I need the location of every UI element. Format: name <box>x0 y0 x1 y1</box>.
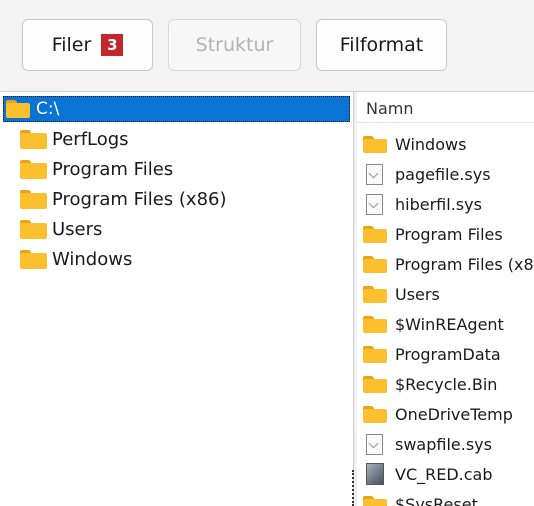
folder-icon <box>20 159 47 179</box>
files-button-label: Filer <box>51 34 92 56</box>
column-header-name[interactable]: Namn <box>357 92 534 123</box>
list-item-label: Program Files <box>395 224 503 244</box>
list-item-label: $Recycle.Bin <box>395 374 498 394</box>
list-item[interactable]: Windows <box>363 129 466 159</box>
file-list[interactable]: Namn Windows pagefile.sys hiberfil.sys P… <box>357 92 534 506</box>
file-icon <box>366 193 383 215</box>
list-item-label: VC_RED.cab <box>395 464 493 484</box>
list-item[interactable]: Users <box>363 279 440 309</box>
structure-button[interactable]: Struktur <box>168 19 301 71</box>
folder-icon <box>363 345 387 363</box>
list-item[interactable]: $WinREAgent <box>363 309 504 339</box>
column-header-label: Namn <box>366 99 414 118</box>
folder-icon <box>20 219 47 239</box>
folder-icon <box>20 249 47 269</box>
splitter-grip[interactable] <box>352 470 356 506</box>
folder-icon <box>363 225 387 243</box>
tree-item-perflogs[interactable]: PerfLogs <box>20 124 129 154</box>
list-item-label: Users <box>395 284 440 304</box>
file-icon <box>366 433 383 455</box>
file-icon <box>366 163 383 185</box>
list-item[interactable]: OneDriveTemp <box>363 399 513 429</box>
folder-icon <box>363 405 387 423</box>
fileformat-button[interactable]: Filformat <box>316 19 447 71</box>
folder-icon <box>6 100 30 118</box>
folder-icon <box>20 189 47 209</box>
tree-item-label: Users <box>52 218 103 240</box>
tree-item-label: Windows <box>52 248 133 270</box>
files-count-badge: 3 <box>101 34 124 56</box>
list-item-label: ProgramData <box>395 344 501 364</box>
toolbar: Filer 3 Struktur Filformat <box>0 0 534 91</box>
list-item-label: $WinREAgent <box>395 314 504 334</box>
list-item[interactable]: VC_RED.cab <box>363 459 493 489</box>
structure-button-label: Struktur <box>195 34 274 56</box>
fileformat-button-label: Filformat <box>339 34 424 56</box>
folder-icon <box>363 255 387 273</box>
folder-icon <box>363 135 387 153</box>
files-button[interactable]: Filer 3 <box>22 19 153 71</box>
tree-item-program-files-x86[interactable]: Program Files (x86) <box>20 184 227 214</box>
list-item[interactable]: $SysReset <box>363 489 478 506</box>
folder-icon <box>363 315 387 333</box>
folder-icon <box>20 129 47 149</box>
list-item-label: Windows <box>395 134 467 154</box>
list-item[interactable]: pagefile.sys <box>363 159 491 189</box>
list-item-label: swapfile.sys <box>395 434 492 454</box>
list-item-label: Program Files (x86) <box>395 254 534 274</box>
tree-item-program-files[interactable]: Program Files <box>20 154 173 184</box>
folder-icon <box>363 375 387 393</box>
cab-archive-icon <box>366 463 384 485</box>
list-item-label: OneDriveTemp <box>395 404 513 424</box>
tree-item-label: Program Files (x86) <box>52 188 227 210</box>
list-item-label: hiberfil.sys <box>395 194 482 214</box>
list-item[interactable]: Program Files <box>363 219 503 249</box>
list-item[interactable]: swapfile.sys <box>363 429 492 459</box>
list-item[interactable]: Program Files (x86) <box>363 249 534 279</box>
tree-item-label: PerfLogs <box>52 128 129 150</box>
tree-item-label: C:\ <box>36 99 60 119</box>
list-item[interactable]: hiberfil.sys <box>363 189 482 219</box>
list-item-label: pagefile.sys <box>395 164 491 184</box>
list-item[interactable]: $Recycle.Bin <box>363 369 497 399</box>
tree-item-windows[interactable]: Windows <box>20 244 132 274</box>
tree-item-label: Program Files <box>52 158 174 180</box>
list-item[interactable]: ProgramData <box>363 339 501 369</box>
folder-icon <box>363 495 387 506</box>
folder-icon <box>363 285 387 303</box>
tree-item-root[interactable]: C:\ <box>3 96 350 122</box>
tree-item-users[interactable]: Users <box>20 214 102 244</box>
folder-tree[interactable]: C:\ PerfLogs Program Files Program Files… <box>0 92 354 506</box>
list-item-label: $SysReset <box>395 494 478 506</box>
